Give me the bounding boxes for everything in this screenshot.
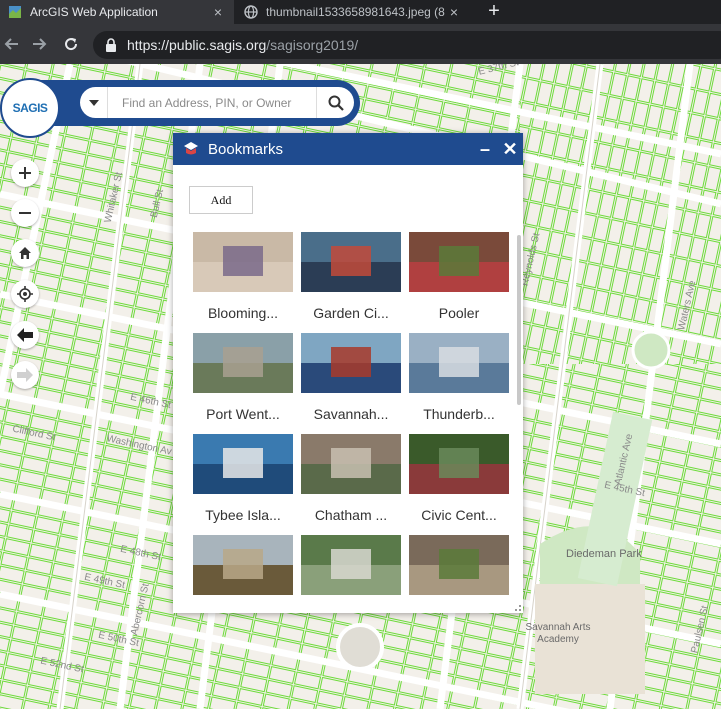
globe-icon (244, 5, 258, 19)
bookmark-item[interactable]: Civic Cent... (409, 434, 509, 530)
bookmark-label: Port Went... (206, 406, 280, 422)
reload-icon[interactable] (59, 32, 83, 56)
bookmark-label: Blooming... (207, 305, 279, 321)
bookmark-item[interactable]: Pooler (409, 232, 509, 328)
search-icon (328, 95, 344, 111)
new-tab-button[interactable]: + (482, 0, 506, 24)
bookmark-item[interactable] (409, 535, 509, 602)
scrollbar[interactable] (517, 235, 521, 405)
address-bar: https://public.sagis.org/sagisorg2019/ (0, 24, 721, 64)
bookmark-label: Garden Ci... (313, 305, 389, 321)
bookmark-thumbnail[interactable] (301, 535, 401, 595)
bookmark-item[interactable]: Savannah... (301, 333, 405, 429)
resize-handle-icon[interactable] (512, 602, 522, 612)
arrow-left-icon (17, 328, 33, 342)
zoom-in-button[interactable] (11, 159, 39, 187)
bookmark-item[interactable]: Thunderb... (409, 333, 509, 429)
bookmark-label: Chatham ... (314, 507, 388, 523)
bookmark-item[interactable]: Port Went... (193, 333, 297, 429)
logo-text: SAGIS (12, 101, 48, 115)
bookmark-label: Pooler (438, 305, 480, 321)
browser-tab-bar: ArcGIS Web Application × thumbnail153365… (0, 0, 721, 24)
bookmarks-header[interactable]: Bookmarks – ✕ (173, 133, 523, 165)
bookmark-label: Thunderb... (423, 406, 495, 422)
home-button[interactable] (11, 239, 39, 267)
bookmark-thumbnail[interactable] (193, 232, 293, 292)
bookmark-thumbnail[interactable] (409, 535, 509, 595)
bookmark-item[interactable]: Tybee Isla... (193, 434, 297, 530)
close-tab-icon[interactable]: × (446, 4, 462, 20)
arcgis-favicon-icon (9, 6, 21, 18)
search-input[interactable] (108, 87, 316, 118)
tab-thumbnail[interactable]: thumbnail1533658981643.jpeg (8 × (236, 0, 470, 24)
bookmark-item[interactable]: Chatham ... (301, 434, 405, 530)
bookmarks-title: Bookmarks (208, 140, 284, 158)
bookmark-thumbnail[interactable] (193, 434, 293, 494)
tab-title: thumbnail1533658981643.jpeg (8 (266, 5, 445, 19)
tab-arcgis[interactable]: ArcGIS Web Application × (0, 0, 234, 24)
bookmark-label: Civic Cent... (421, 507, 497, 523)
bookmark-label: Tybee Isla... (205, 507, 281, 523)
bookmark-item[interactable] (193, 535, 297, 602)
bookmark-thumbnail[interactable] (193, 333, 293, 393)
search-widget (80, 87, 354, 118)
bookmark-item[interactable]: Blooming... (193, 232, 297, 328)
search-button[interactable] (316, 87, 354, 118)
school-label: Savannah Arts Academy (525, 622, 591, 645)
locate-button[interactable] (11, 280, 39, 308)
tab-title: ArcGIS Web Application (30, 5, 158, 19)
back-extent-button[interactable] (11, 321, 39, 349)
minimize-icon[interactable]: – (473, 139, 497, 160)
zoom-out-button[interactable] (11, 199, 39, 227)
caret-down-icon (88, 99, 99, 106)
bookmark-label: Savannah... (313, 406, 389, 422)
minus-icon (19, 212, 31, 214)
bookmark-grid: Blooming... Garden Ci... Pooler Port Went..… (191, 232, 509, 602)
sagis-logo[interactable]: SAGIS (0, 78, 60, 138)
lock-icon (106, 38, 116, 52)
bookmark-thumbnail[interactable] (301, 434, 401, 494)
bookmark-thumbnail[interactable] (409, 434, 509, 494)
locate-icon (17, 286, 33, 302)
park-label: Diedeman Park (566, 548, 642, 560)
arrow-right-icon (17, 368, 33, 382)
url-host: https://public.sagis.org (127, 37, 267, 53)
bookmark-thumbnail[interactable] (409, 232, 509, 292)
bookmarks-panel: Bookmarks – ✕ Add Blooming... Garden Ci..… (173, 133, 523, 613)
search-source-dropdown[interactable] (80, 87, 108, 118)
close-icon[interactable]: ✕ (497, 139, 523, 160)
bookmark-thumbnail[interactable] (409, 333, 509, 393)
bookmark-thumbnail[interactable] (193, 535, 293, 595)
url-path: /sagisorg2019/ (266, 37, 359, 53)
close-tab-icon[interactable]: × (210, 4, 226, 20)
traffic-circle (336, 623, 384, 671)
bookmark-icon (184, 142, 198, 155)
bookmark-thumbnail[interactable] (301, 333, 401, 393)
plus-icon (19, 167, 31, 179)
url-field[interactable]: https://public.sagis.org/sagisorg2019/ (93, 31, 721, 59)
forward-icon[interactable] (27, 32, 51, 56)
park-circle (631, 330, 671, 370)
add-bookmark-button[interactable]: Add (189, 186, 253, 214)
forward-extent-button[interactable] (11, 361, 39, 389)
bookmark-item[interactable] (301, 535, 405, 602)
home-icon (19, 247, 31, 259)
back-icon[interactable] (0, 32, 24, 56)
bookmark-item[interactable]: Garden Ci... (301, 232, 405, 328)
bookmark-thumbnail[interactable] (301, 232, 401, 292)
